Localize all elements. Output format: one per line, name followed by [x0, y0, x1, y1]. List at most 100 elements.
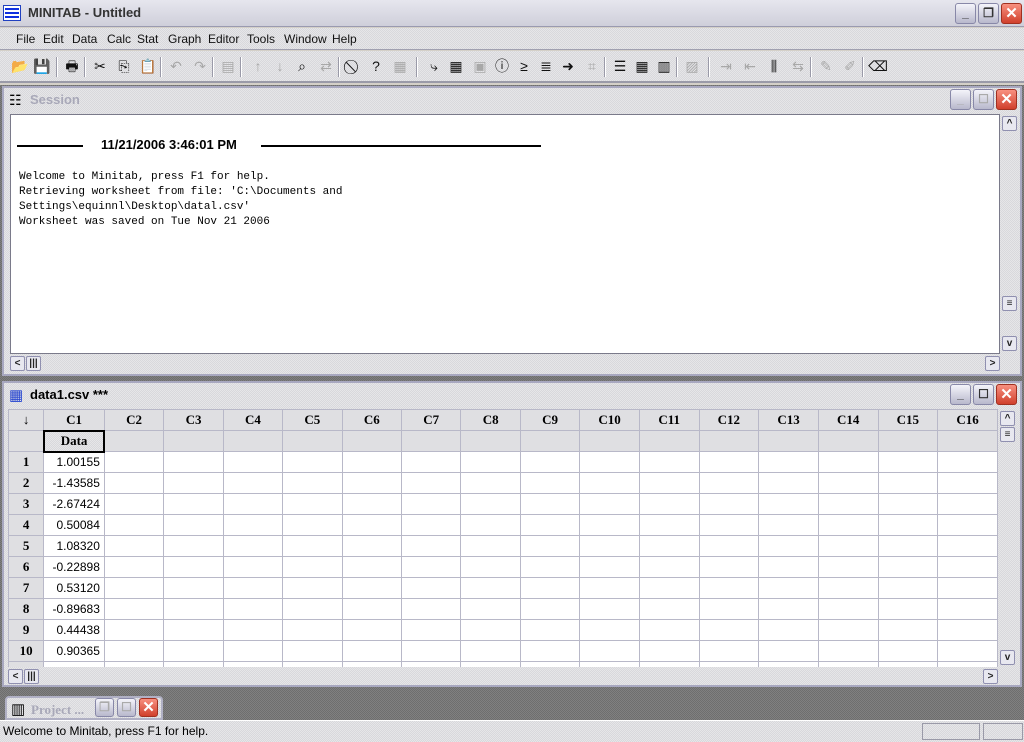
- data-cell[interactable]: 0.57887: [43, 661, 105, 667]
- empty-cell[interactable]: [341, 451, 403, 473]
- empty-cell[interactable]: [103, 556, 165, 578]
- empty-cell[interactable]: [758, 514, 819, 536]
- empty-cell[interactable]: [400, 598, 462, 620]
- empty-cell[interactable]: [817, 493, 879, 515]
- empty-cell[interactable]: [937, 598, 998, 620]
- empty-cell[interactable]: [400, 493, 462, 515]
- empty-cell[interactable]: [163, 535, 224, 557]
- scroll-up-icon[interactable]: ^: [1002, 116, 1017, 131]
- session-minimize-button[interactable]: _: [950, 89, 971, 110]
- empty-cell[interactable]: [222, 493, 284, 515]
- close-graphs-icon[interactable]: ▣: [470, 56, 490, 76]
- empty-cell[interactable]: [103, 472, 165, 494]
- row-number[interactable]: 11: [8, 661, 45, 667]
- append-report-icon[interactable]: ⤷: [424, 56, 444, 76]
- menu-edit[interactable]: Edit: [43, 32, 64, 46]
- column-header[interactable]: C14: [817, 409, 879, 431]
- empty-cell[interactable]: [341, 619, 403, 641]
- row-number[interactable]: 3: [8, 493, 45, 515]
- related-docs-icon[interactable]: ➜: [558, 56, 578, 76]
- edit-last-dialog-icon[interactable]: ▤: [218, 56, 238, 76]
- scroll-up-icon[interactable]: ^: [1000, 411, 1015, 426]
- column-header[interactable]: C16: [937, 409, 998, 431]
- empty-cell[interactable]: [579, 556, 640, 578]
- empty-cell[interactable]: [519, 640, 581, 662]
- empty-cell[interactable]: [758, 535, 819, 557]
- empty-cell[interactable]: [341, 472, 403, 494]
- empty-cell[interactable]: [222, 661, 284, 667]
- row-number[interactable]: 8: [8, 598, 45, 620]
- empty-cell[interactable]: [460, 514, 521, 536]
- empty-cell[interactable]: [282, 619, 343, 641]
- empty-cell[interactable]: [163, 472, 224, 494]
- empty-cell[interactable]: [877, 556, 939, 578]
- empty-cell[interactable]: [222, 535, 284, 557]
- empty-cell[interactable]: [163, 598, 224, 620]
- info-icon[interactable]: ⓘ: [492, 56, 512, 76]
- data-cell[interactable]: -0.22898: [43, 556, 105, 578]
- copy-icon[interactable]: ⎘: [114, 56, 134, 76]
- column-header[interactable]: C8: [460, 409, 521, 431]
- column-name-cell[interactable]: [638, 430, 700, 452]
- close-button[interactable]: ✕: [1001, 3, 1022, 24]
- column-header[interactable]: C5: [282, 409, 343, 431]
- empty-cell[interactable]: [758, 451, 819, 473]
- scroll-right-icon[interactable]: >: [985, 356, 1000, 371]
- empty-cell[interactable]: [579, 535, 640, 557]
- menu-window[interactable]: Window: [284, 32, 327, 46]
- print-icon[interactable]: 🖶: [62, 56, 82, 76]
- menu-editor[interactable]: Editor: [208, 32, 239, 46]
- menu-calc[interactable]: Calc: [107, 32, 131, 46]
- column-name-cell[interactable]: [698, 430, 760, 452]
- next-command-icon[interactable]: ↓: [270, 56, 290, 76]
- empty-cell[interactable]: [638, 451, 700, 473]
- empty-cell[interactable]: [877, 640, 939, 662]
- empty-cell[interactable]: [638, 493, 700, 515]
- empty-cell[interactable]: [103, 514, 165, 536]
- empty-cell[interactable]: [937, 661, 998, 667]
- empty-cell[interactable]: [758, 661, 819, 667]
- empty-cell[interactable]: [698, 661, 760, 667]
- row-number[interactable]: 6: [8, 556, 45, 578]
- history-icon[interactable]: ≥: [514, 56, 534, 76]
- empty-cell[interactable]: [638, 472, 700, 494]
- corner-cell[interactable]: ↓: [8, 409, 45, 431]
- empty-cell[interactable]: [579, 619, 640, 641]
- empty-cell[interactable]: [400, 472, 462, 494]
- empty-cell[interactable]: [519, 556, 581, 578]
- empty-cell[interactable]: [698, 577, 760, 599]
- empty-cell[interactable]: [460, 619, 521, 641]
- empty-cell[interactable]: [698, 451, 760, 473]
- empty-cell[interactable]: [400, 556, 462, 578]
- empty-cell[interactable]: [460, 451, 521, 473]
- empty-cell[interactable]: [460, 535, 521, 557]
- empty-cell[interactable]: [698, 535, 760, 557]
- session-maximize-button[interactable]: ☐: [973, 89, 994, 110]
- empty-cell[interactable]: [282, 640, 343, 662]
- empty-cell[interactable]: [460, 598, 521, 620]
- column-name-cell[interactable]: [103, 430, 165, 452]
- empty-cell[interactable]: [638, 577, 700, 599]
- data-cell[interactable]: 0.90365: [43, 640, 105, 662]
- empty-cell[interactable]: [758, 640, 819, 662]
- empty-cell[interactable]: [400, 619, 462, 641]
- paste-icon[interactable]: 📋: [138, 56, 158, 76]
- scroll-right-icon[interactable]: >: [983, 669, 998, 684]
- empty-cell[interactable]: [817, 598, 879, 620]
- empty-cell[interactable]: [282, 556, 343, 578]
- empty-cell[interactable]: [579, 640, 640, 662]
- empty-cell[interactable]: [400, 661, 462, 667]
- empty-cell[interactable]: [937, 640, 998, 662]
- empty-cell[interactable]: [103, 535, 165, 557]
- empty-cell[interactable]: [103, 493, 165, 515]
- column-header[interactable]: C15: [877, 409, 939, 431]
- empty-cell[interactable]: [758, 556, 819, 578]
- empty-cell[interactable]: [460, 556, 521, 578]
- empty-cell[interactable]: [758, 472, 819, 494]
- session-vertical-scrollbar[interactable]: ^ ≡ v: [1002, 114, 1018, 354]
- empty-cell[interactable]: [163, 640, 224, 662]
- project-close-button[interactable]: ✕: [139, 698, 158, 717]
- session-output[interactable]: 11/21/2006 3:46:01 PM Welcome to Minitab…: [10, 114, 1000, 354]
- empty-cell[interactable]: [400, 451, 462, 473]
- column-name-cell[interactable]: [937, 430, 998, 452]
